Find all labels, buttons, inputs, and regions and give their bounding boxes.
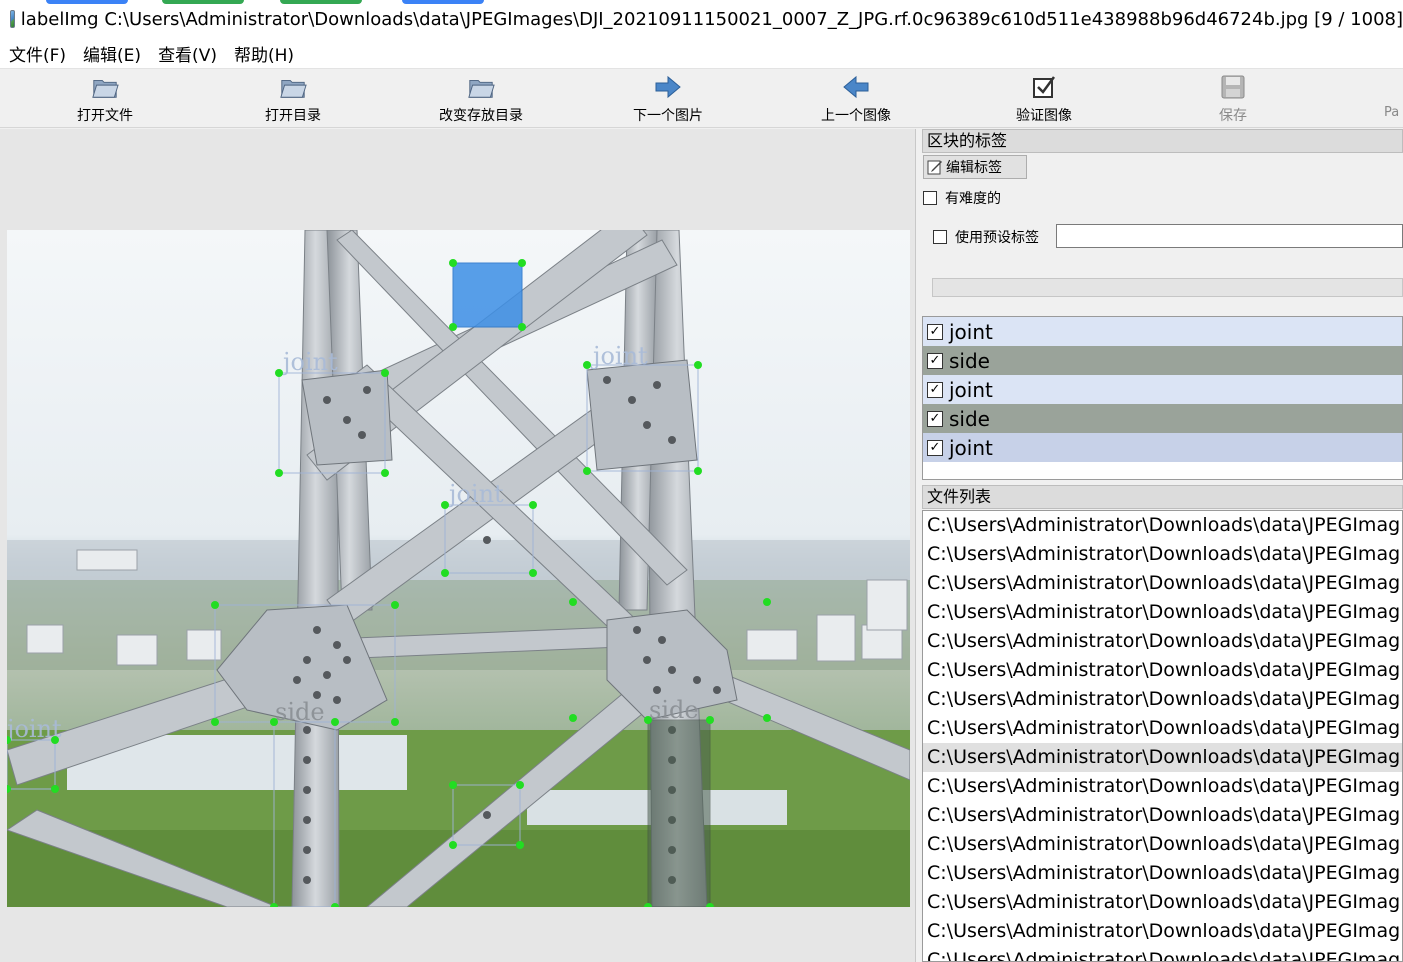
change-save-dir-label: 改变存放目录 — [439, 108, 523, 124]
open-file-button[interactable]: 打开文件 — [40, 73, 170, 127]
verify-image-button[interactable]: 验证图像 — [979, 73, 1109, 127]
difficult-checkbox[interactable] — [923, 191, 937, 205]
taskbar-tab-stubs — [0, 0, 520, 4]
arrow-right-icon — [654, 73, 682, 101]
prev-image-label: 上一个图像 — [821, 108, 891, 124]
open-dir-label: 打开目录 — [265, 108, 321, 124]
file-list-item[interactable]: C:\Users\Administrator\Downloads\data\JP… — [923, 772, 1402, 801]
image-canvas[interactable]: joint joint joint side side joint — [0, 129, 916, 962]
file-list-item[interactable]: C:\Users\Administrator\Downloads\data\JP… — [923, 917, 1402, 946]
file-list-item[interactable]: C:\Users\Administrator\Downloads\data\JP… — [923, 859, 1402, 888]
box-label-joint: joint — [446, 480, 504, 508]
open-file-label: 打开文件 — [77, 108, 133, 124]
save-label: 保存 — [1219, 108, 1247, 124]
file-list-item[interactable]: C:\Users\Administrator\Downloads\data\JP… — [923, 569, 1402, 598]
menu-bar: 文件(F) 编辑(E) 查看(V) 帮助(H) — [0, 38, 1403, 68]
box-label-side: side — [275, 698, 325, 726]
box-label-side: side — [649, 696, 699, 724]
file-list-item[interactable]: C:\Users\Administrator\Downloads\data\JP… — [923, 801, 1402, 830]
partial-next-button[interactable]: Pa — [1384, 73, 1403, 127]
next-image-label: 下一个图片 — [633, 108, 703, 124]
menu-help[interactable]: 帮助(H) — [225, 41, 302, 66]
edit-pencil-icon — [927, 159, 943, 175]
file-list-item[interactable]: C:\Users\Administrator\Downloads\data\JP… — [923, 598, 1402, 627]
prev-image-button[interactable]: 上一个图像 — [791, 73, 921, 127]
box-label-joint: joint — [590, 342, 648, 370]
label-list-item[interactable]: ✓ joint — [923, 375, 1402, 404]
file-list-item[interactable]: C:\Users\Administrator\Downloads\data\JP… — [923, 685, 1402, 714]
label-checkbox[interactable]: ✓ — [927, 323, 943, 340]
file-list-item-selected[interactable]: C:\Users\Administrator\Downloads\data\JP… — [923, 743, 1402, 772]
use-default-label-row[interactable]: 使用预设标签 — [933, 227, 1039, 247]
edit-label-button[interactable]: 编辑标签 — [923, 155, 1027, 179]
file-list[interactable]: C:\Users\Administrator\Downloads\data\JP… — [922, 510, 1403, 962]
right-dock-panel: 区块的标签 编辑标签 有难度的 使用预设标签 ✓ joint ✓ side ✓ … — [918, 129, 1403, 962]
box-label-joint: joint — [280, 348, 338, 376]
selected-box[interactable] — [452, 262, 523, 328]
box-labels-header: 区块的标签 — [922, 129, 1403, 153]
file-list-item[interactable]: C:\Users\Administrator\Downloads\data\JP… — [923, 830, 1402, 859]
folder-open-icon — [279, 73, 307, 101]
edit-label-text: 编辑标签 — [946, 160, 1002, 176]
label-list[interactable]: ✓ joint ✓ side ✓ joint ✓ side ✓ joint — [922, 316, 1403, 480]
partial-next-label: Pa — [1384, 105, 1400, 120]
difficult-label: 有难度的 — [945, 191, 1001, 207]
floppy-disk-icon — [1219, 73, 1247, 101]
file-list-item[interactable]: C:\Users\Administrator\Downloads\data\JP… — [923, 540, 1402, 569]
menu-view[interactable]: 查看(V) — [149, 41, 225, 66]
file-list-item[interactable]: C:\Users\Administrator\Downloads\data\JP… — [923, 627, 1402, 656]
file-list-item[interactable]: C:\Users\Administrator\Downloads\data\JP… — [923, 714, 1402, 743]
arrow-left-icon — [842, 73, 870, 101]
folder-open-icon — [467, 73, 495, 101]
next-image-button[interactable]: 下一个图片 — [603, 73, 733, 127]
label-name: joint — [949, 435, 993, 460]
toolbar: 打开文件 打开目录 改变存放目录 下一个图片 上一个图像 验证图像 保存 Pa — [0, 68, 1403, 128]
label-list-item[interactable]: ✓ side — [923, 404, 1402, 433]
menu-edit[interactable]: 编辑(E) — [74, 41, 149, 66]
checkbox-check-icon — [1030, 73, 1058, 101]
save-button[interactable]: 保存 — [1168, 73, 1298, 127]
label-name: joint — [949, 377, 993, 402]
file-list-header: 文件列表 — [922, 485, 1403, 509]
labelimg-app-icon — [10, 10, 15, 28]
label-name: side — [949, 348, 990, 373]
title-bar: labelImg C:\Users\Administrator\Download… — [0, 0, 1403, 38]
label-checkbox[interactable]: ✓ — [927, 410, 943, 427]
open-dir-button[interactable]: 打开目录 — [228, 73, 358, 127]
label-list-item[interactable]: ✓ joint — [923, 433, 1402, 462]
use-default-label-text: 使用预设标签 — [955, 230, 1039, 246]
label-list-item[interactable]: ✓ joint — [923, 317, 1402, 346]
file-list-item[interactable]: C:\Users\Administrator\Downloads\data\JP… — [923, 656, 1402, 685]
verify-image-label: 验证图像 — [1016, 108, 1072, 124]
folder-open-icon — [91, 73, 119, 101]
label-checkbox[interactable]: ✓ — [927, 381, 943, 398]
change-save-dir-button[interactable]: 改变存放目录 — [416, 73, 546, 127]
file-list-item[interactable]: C:\Users\Administrator\Downloads\data\JP… — [923, 888, 1402, 917]
difficult-checkbox-row[interactable]: 有难度的 — [923, 188, 1001, 208]
label-combo-box[interactable] — [932, 278, 1403, 297]
label-checkbox[interactable]: ✓ — [927, 352, 943, 369]
window-title: labelImg C:\Users\Administrator\Download… — [20, 8, 1403, 30]
use-default-label-checkbox[interactable] — [933, 230, 947, 244]
label-list-item[interactable]: ✓ side — [923, 346, 1402, 375]
label-name: joint — [949, 319, 993, 344]
label-name: side — [949, 406, 990, 431]
file-list-item[interactable]: C:\Users\Administrator\Downloads\data\JP… — [923, 511, 1402, 540]
label-checkbox[interactable]: ✓ — [927, 439, 943, 456]
partial-tool-icon — [1384, 73, 1403, 101]
default-label-input[interactable] — [1056, 224, 1403, 248]
file-list-item[interactable]: C:\Users\Administrator\Downloads\data\JP… — [923, 946, 1402, 961]
tower-photo[interactable]: joint joint joint side side joint — [7, 230, 910, 907]
menu-file[interactable]: 文件(F) — [0, 41, 74, 66]
tower-photo-drawing: joint joint joint side side joint — [7, 230, 910, 907]
